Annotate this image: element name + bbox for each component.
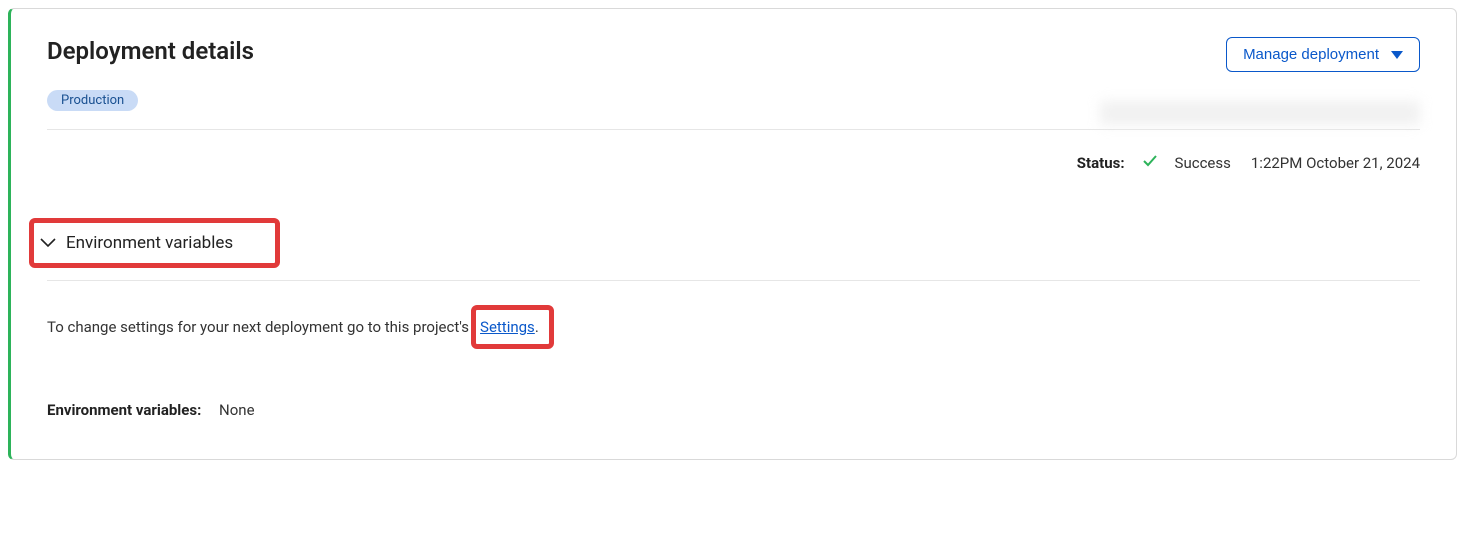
- divider: [47, 129, 1420, 130]
- checkmark-icon: [1141, 152, 1159, 174]
- deployment-details-panel: Deployment details Manage deployment Pro…: [8, 8, 1457, 460]
- env-vars-value-row: Environment variables: None: [47, 401, 1420, 419]
- env-vars-label: Environment variables:: [47, 401, 201, 419]
- env-vars-value: None: [219, 401, 255, 419]
- divider: [47, 280, 1420, 281]
- env-vars-section-title: Environment variables: [66, 233, 233, 253]
- highlight-annotation-2: Settings.: [471, 305, 554, 349]
- deployment-url-blurred: [1100, 101, 1420, 125]
- chevron-down-icon: [40, 238, 56, 248]
- manage-deployment-button[interactable]: Manage deployment: [1226, 37, 1420, 72]
- caret-down-icon: [1391, 51, 1403, 59]
- help-text-row: To change settings for your next deploym…: [47, 305, 1420, 349]
- environment-badge: Production: [47, 90, 138, 111]
- help-text-suffix: .: [535, 318, 539, 336]
- help-text-prefix: To change settings for your next deploym…: [47, 318, 469, 336]
- highlight-annotation-1: Environment variables: [29, 218, 280, 268]
- settings-link[interactable]: Settings: [480, 318, 535, 336]
- status-row: Status: Success 1:22PM October 21, 2024: [47, 152, 1420, 174]
- status-value: Success: [1175, 154, 1231, 172]
- page-title: Deployment details: [47, 37, 254, 65]
- manage-deployment-label: Manage deployment: [1243, 46, 1379, 63]
- status-label: Status:: [1077, 154, 1125, 172]
- status-timestamp: 1:22PM October 21, 2024: [1251, 154, 1420, 172]
- environment-variables-toggle[interactable]: Environment variables: [34, 223, 239, 263]
- header-row: Deployment details Manage deployment: [47, 37, 1420, 72]
